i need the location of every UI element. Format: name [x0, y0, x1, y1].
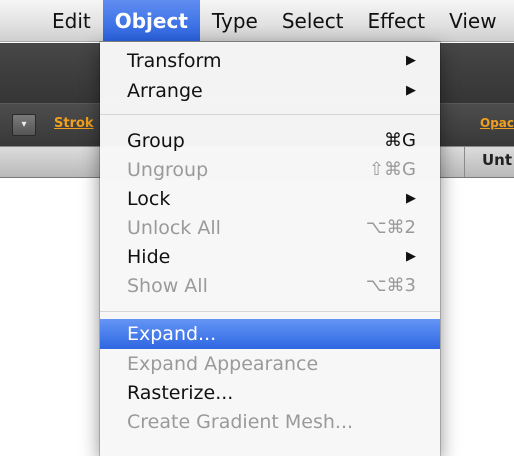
submenu-arrow-icon: ▶ — [406, 191, 416, 206]
menu-item-rasterize[interactable]: Rasterize... — [100, 378, 440, 408]
menu-item-label: Hide — [127, 246, 171, 268]
menu-item-expand[interactable]: Expand... — [100, 319, 440, 349]
menu-item-lock[interactable]: Lock ▶ — [100, 184, 440, 214]
menu-item-label: Arrange — [127, 80, 203, 102]
dropdown-button[interactable]: ▾ — [12, 114, 36, 136]
document-tab[interactable]: Unt — [482, 151, 512, 169]
menu-item-label: Transform — [127, 50, 222, 72]
menu-item-create-gradient-mesh[interactable]: Create Gradient Mesh... — [100, 407, 440, 437]
shortcut-label: ⌘G — [384, 130, 416, 151]
menu-item-show-all[interactable]: Show All ⌥⌘3 — [100, 271, 440, 301]
stroke-link[interactable]: Strok — [54, 116, 94, 131]
menu-item-label: Rasterize... — [127, 382, 234, 404]
menu-select[interactable]: Select — [270, 0, 356, 41]
opacity-link[interactable]: Opacity: — [480, 116, 514, 130]
submenu-arrow-icon: ▶ — [406, 53, 416, 68]
menu-item-label: Ungroup — [127, 159, 209, 181]
shortcut-label: ⇧⌘G — [368, 159, 416, 180]
shortcut-label: ⌥⌘2 — [365, 217, 416, 238]
menu-item-label: Lock — [127, 188, 171, 210]
menu-item-transform[interactable]: Transform ▶ — [100, 46, 440, 76]
tab-divider — [464, 147, 465, 177]
menu-object[interactable]: Object — [102, 0, 200, 41]
menu-effect[interactable]: Effect — [356, 0, 438, 41]
menu-type[interactable]: Type — [200, 0, 270, 41]
menu-item-label: Group — [127, 130, 185, 152]
menu-item-label: Expand... — [127, 323, 217, 345]
submenu-arrow-icon: ▶ — [406, 83, 416, 98]
submenu-arrow-icon: ▶ — [406, 249, 416, 264]
menu-item-expand-appearance[interactable]: Expand Appearance — [100, 349, 440, 379]
menu-item-hide[interactable]: Hide ▶ — [100, 242, 440, 272]
menu-edit[interactable]: Edit — [0, 0, 103, 41]
menu-bar: Edit Object Type Select Effect View — [0, 0, 514, 42]
object-menu: Transform ▶ Arrange ▶ Group ⌘G Ungroup ⇧… — [100, 42, 440, 456]
menu-item-arrange[interactable]: Arrange ▶ — [100, 76, 440, 106]
menu-item-group[interactable]: Group ⌘G — [100, 126, 440, 156]
menu-item-label: Create Gradient Mesh... — [127, 411, 354, 433]
menu-separator — [100, 311, 440, 312]
menu-item-label: Show All — [127, 275, 208, 297]
menu-item-label: Unlock All — [127, 217, 221, 239]
menu-view[interactable]: View — [437, 0, 508, 41]
menu-item-unlock-all[interactable]: Unlock All ⌥⌘2 — [100, 213, 440, 243]
menu-item-ungroup[interactable]: Ungroup ⇧⌘G — [100, 155, 440, 185]
menu-item-label: Expand Appearance — [127, 353, 319, 375]
shortcut-label: ⌥⌘3 — [365, 275, 416, 296]
menu-separator — [100, 114, 440, 115]
